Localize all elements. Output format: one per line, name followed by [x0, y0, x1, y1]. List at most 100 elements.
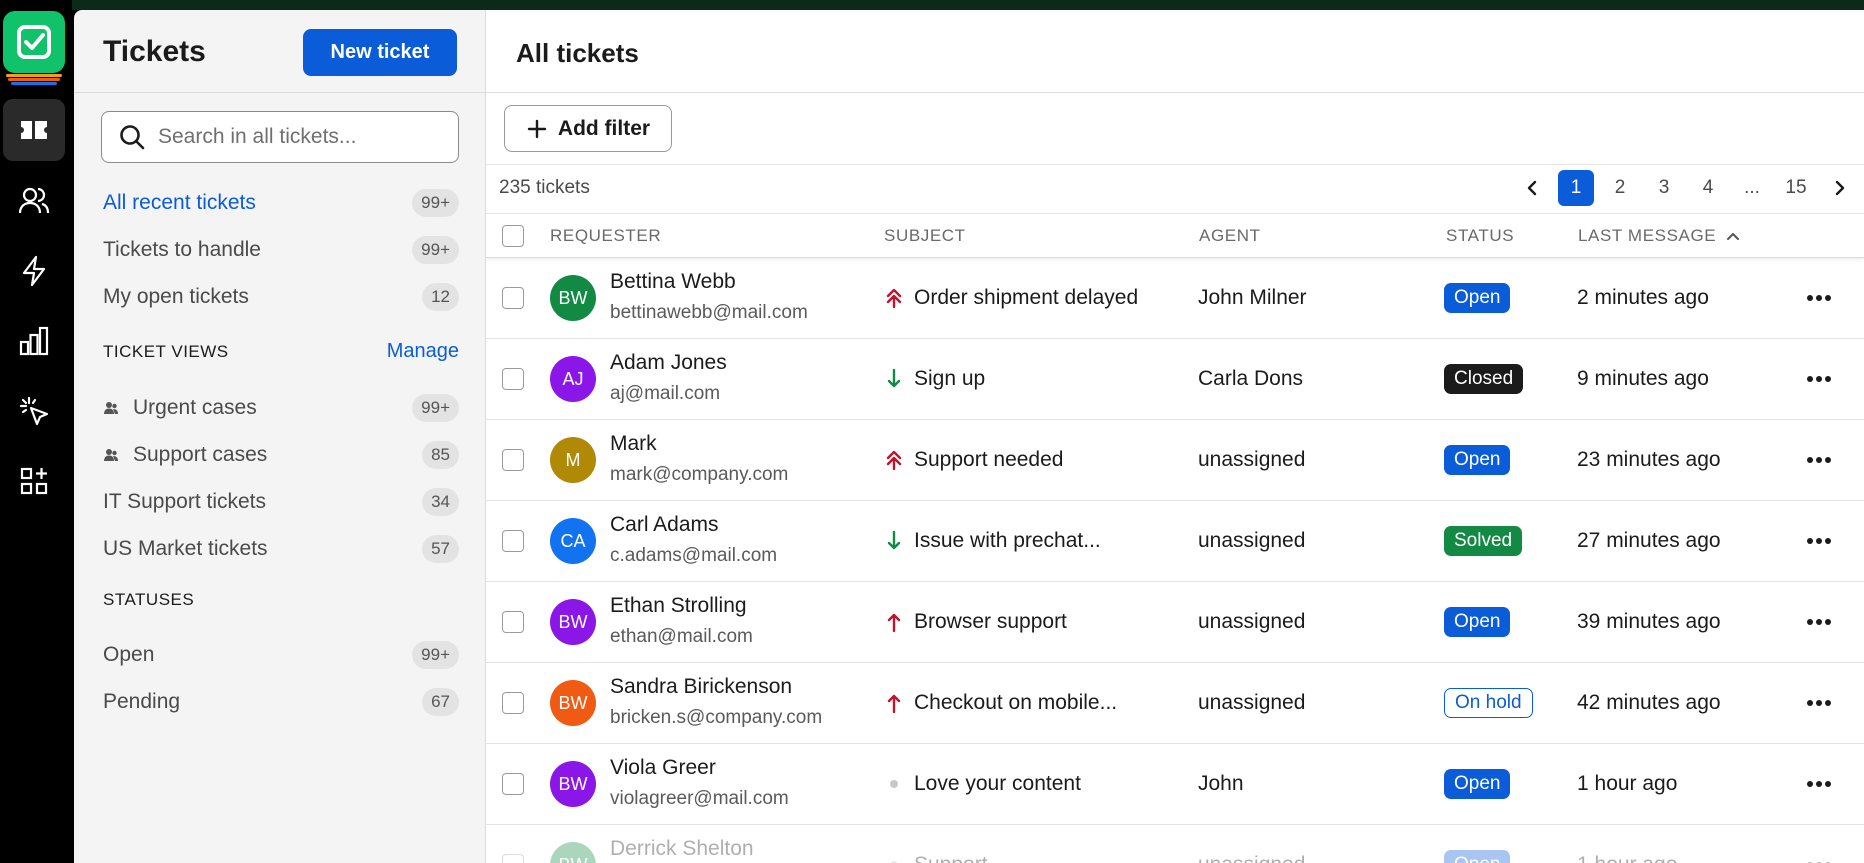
search-input[interactable]	[158, 125, 448, 149]
rail-apps-button[interactable]	[3, 450, 65, 512]
requester-name[interactable]: Adam Jones	[610, 351, 727, 375]
rail-ai-button[interactable]	[3, 380, 65, 442]
nav-all-recent-tickets[interactable]: All recent tickets 99+	[103, 186, 459, 220]
row-checkbox[interactable]	[502, 530, 524, 552]
page-15-button[interactable]: 15	[1778, 170, 1814, 206]
requester-name[interactable]: Bettina Webb	[610, 270, 736, 294]
table-row[interactable]: BW Derrick Shelton Support unassigned Open 1 …	[486, 825, 1864, 863]
view-urgent-cases[interactable]: Urgent cases 99+	[103, 391, 459, 425]
view-it-support-tickets[interactable]: IT Support tickets 34	[103, 485, 459, 519]
new-ticket-button[interactable]: New ticket	[303, 29, 457, 76]
ticket-subject[interactable]: Issue with prechat...	[884, 529, 1101, 553]
nav-my-open-tickets[interactable]: My open tickets 12	[103, 280, 459, 314]
column-subject[interactable]: SUBJECT	[884, 226, 966, 246]
more-horizontal-icon	[1807, 295, 1831, 301]
status-pending-filter[interactable]: Pending 67	[103, 685, 459, 719]
column-last-message[interactable]: LAST MESSAGE	[1578, 226, 1742, 246]
row-more-button[interactable]	[1804, 448, 1834, 472]
avatar: BW	[550, 275, 596, 321]
last-message-time: 2 minutes ago	[1577, 286, 1709, 309]
page-3-button[interactable]: 3	[1646, 170, 1682, 206]
table-row[interactable]: AJ Adam Jones aj@mail.com Sign up Carla Dons…	[486, 339, 1864, 420]
status-badge: Open	[1444, 769, 1511, 799]
avatar: M	[550, 437, 596, 483]
row-more-button[interactable]	[1804, 529, 1834, 553]
view-us-market-tickets[interactable]: US Market tickets 57	[103, 532, 459, 566]
requester-name[interactable]: Mark	[610, 432, 657, 456]
subject-text: Issue with prechat...	[914, 529, 1101, 552]
rail-tickets-button[interactable]	[3, 99, 65, 161]
nav-label: My open tickets	[103, 285, 249, 308]
row-checkbox[interactable]	[502, 773, 524, 795]
row-checkbox[interactable]	[502, 854, 524, 863]
rail-automation-button[interactable]	[3, 240, 65, 302]
column-requester[interactable]: REQUESTER	[550, 226, 661, 246]
row-more-button[interactable]	[1804, 772, 1834, 796]
ticket-subject[interactable]: Sign up	[884, 367, 985, 391]
row-checkbox[interactable]	[502, 287, 524, 309]
row-checkbox[interactable]	[502, 449, 524, 471]
next-page-button[interactable]	[1822, 170, 1858, 206]
table-row[interactable]: BW Ethan Strolling ethan@mail.com Browser s…	[486, 582, 1864, 663]
row-more-button[interactable]	[1804, 853, 1834, 863]
page-1-button[interactable]: 1	[1558, 170, 1594, 206]
count-badge: 99+	[412, 394, 459, 422]
view-support-cases[interactable]: Support cases 85	[103, 438, 459, 472]
ticket-subject[interactable]: Checkout on mobile...	[884, 691, 1117, 715]
requester-name[interactable]: Viola Greer	[610, 756, 716, 780]
add-filter-button[interactable]: Add filter	[504, 105, 672, 152]
row-more-button[interactable]	[1804, 691, 1834, 715]
page-4-button[interactable]: 4	[1690, 170, 1726, 206]
requester-name[interactable]: Sandra Birickenson	[610, 675, 792, 699]
rail-customers-button[interactable]	[3, 170, 65, 232]
prev-page-button[interactable]	[1514, 170, 1550, 206]
row-checkbox[interactable]	[502, 611, 524, 633]
logo-underline	[6, 74, 62, 86]
requester-name[interactable]: Derrick Shelton	[610, 837, 754, 861]
status-open-filter[interactable]: Open 99+	[103, 638, 459, 672]
ticket-subject[interactable]: Order shipment delayed	[884, 286, 1138, 310]
table-row[interactable]: BW Sandra Birickenson bricken.s@company.co…	[486, 663, 1864, 744]
row-more-button[interactable]	[1804, 367, 1834, 391]
tickets-sidebar: Tickets New ticket All recent tickets 99…	[74, 10, 486, 863]
more-horizontal-icon	[1807, 781, 1831, 787]
status-badge: Open	[1444, 283, 1511, 313]
ticket-subject[interactable]: Support needed	[884, 448, 1063, 472]
automation-bolt-icon	[22, 255, 46, 287]
sort-ascending-icon	[1727, 233, 1740, 240]
rail-reports-button[interactable]	[3, 310, 65, 372]
column-status[interactable]: STATUS	[1446, 226, 1514, 246]
requester-email: mark@company.com	[610, 464, 789, 485]
ticket-subject[interactable]: Love your content	[884, 772, 1081, 796]
manage-views-link[interactable]: Manage	[387, 340, 459, 363]
team-icon	[104, 402, 118, 414]
plus-icon	[527, 119, 547, 138]
priority-urgent-icon	[886, 450, 902, 471]
row-checkbox[interactable]	[502, 368, 524, 390]
table-row[interactable]: M Mark mark@company.com Support needed unass…	[486, 420, 1864, 501]
subject-text: Love your content	[914, 772, 1081, 795]
row-more-button[interactable]	[1804, 286, 1834, 310]
requester-name[interactable]: Ethan Strolling	[610, 594, 747, 618]
requester-name[interactable]: Carl Adams	[610, 513, 719, 537]
app-logo[interactable]	[3, 11, 65, 73]
last-message-time: 42 minutes ago	[1577, 691, 1721, 714]
nav-label: US Market tickets	[103, 537, 268, 560]
table-row[interactable]: BW Viola Greer violagreer@mail.com Love you…	[486, 744, 1864, 825]
search-box[interactable]	[101, 111, 459, 163]
more-horizontal-icon	[1807, 457, 1831, 463]
row-more-button[interactable]	[1804, 610, 1834, 634]
ticket-subject[interactable]: Browser support	[884, 610, 1067, 634]
status-badge: Open	[1444, 850, 1511, 863]
column-agent[interactable]: AGENT	[1199, 226, 1261, 246]
table-row[interactable]: BW Bettina Webb bettinawebb@mail.com Order …	[486, 258, 1864, 339]
row-checkbox[interactable]	[502, 692, 524, 714]
table-row[interactable]: CA Carl Adams c.adams@mail.com Issue with p…	[486, 501, 1864, 582]
requester-email: c.adams@mail.com	[610, 545, 778, 566]
last-message-time: 23 minutes ago	[1577, 448, 1721, 471]
ticket-subject[interactable]: Support	[884, 853, 988, 863]
select-all-checkbox[interactable]	[502, 225, 524, 247]
agent-name: unassigned	[1198, 610, 1306, 633]
nav-tickets-to-handle[interactable]: Tickets to handle 99+	[103, 233, 459, 267]
page-2-button[interactable]: 2	[1602, 170, 1638, 206]
